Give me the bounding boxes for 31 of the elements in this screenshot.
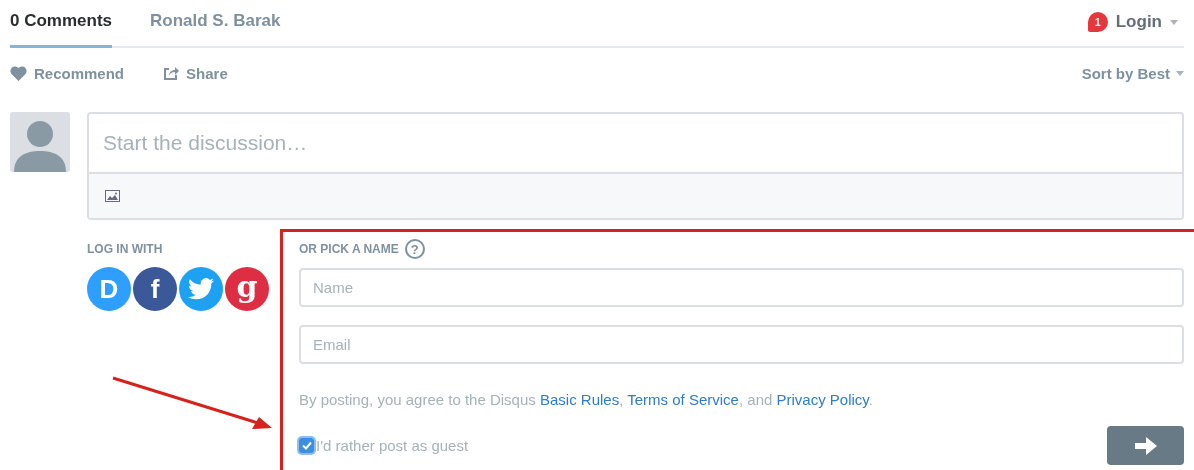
sort-dropdown[interactable]: Sort by Best <box>1081 64 1184 82</box>
placeholder-text: Start the discussion… <box>103 131 308 155</box>
caret-icon <box>1176 70 1184 76</box>
bird-icon[interactable] <box>179 267 223 311</box>
recommend-button[interactable]: Recommend <box>10 64 125 82</box>
share-button[interactable]: Share <box>162 64 228 82</box>
arrow-right-icon <box>1134 436 1157 455</box>
avatar-icon <box>10 112 70 172</box>
terms-text: By posting, you agree to the Disqus Basic Rules, Terms of Service, and Privacy Policy. <box>299 391 874 408</box>
name-field[interactable]: Name <box>299 268 1184 307</box>
login-button[interactable]: 1 Login <box>1081 11 1184 46</box>
comment-editor[interactable]: Start the discussion… <box>87 112 1184 220</box>
help-button[interactable]: ? <box>404 239 425 259</box>
terms-link[interactable]: Privacy Policy <box>776 391 869 408</box>
email-field[interactable]: Email <box>299 325 1184 364</box>
share-icon <box>162 65 180 81</box>
caret-icon <box>1170 19 1178 25</box>
letter-g-icon[interactable]: g <box>225 267 269 311</box>
tab[interactable]: 0 Comments <box>10 11 113 48</box>
heart-icon <box>10 65 27 81</box>
image-icon[interactable] <box>105 190 120 202</box>
section-label: OR PICK A NAME <box>299 242 399 256</box>
tab[interactable]: Ronald S. Barak <box>150 11 281 48</box>
submit-button[interactable] <box>1107 426 1184 465</box>
checkmark-icon <box>301 441 312 450</box>
letter-f-icon[interactable]: f <box>133 267 177 311</box>
guest-checkbox[interactable]: I'd rather post as guest <box>299 437 469 454</box>
section-label: LOG IN WITH <box>87 242 164 256</box>
terms-link[interactable]: Terms of Service <box>627 391 739 408</box>
chat-bubble-letter-icon[interactable]: D <box>87 267 131 311</box>
notification-badge: 1 <box>1087 12 1108 32</box>
